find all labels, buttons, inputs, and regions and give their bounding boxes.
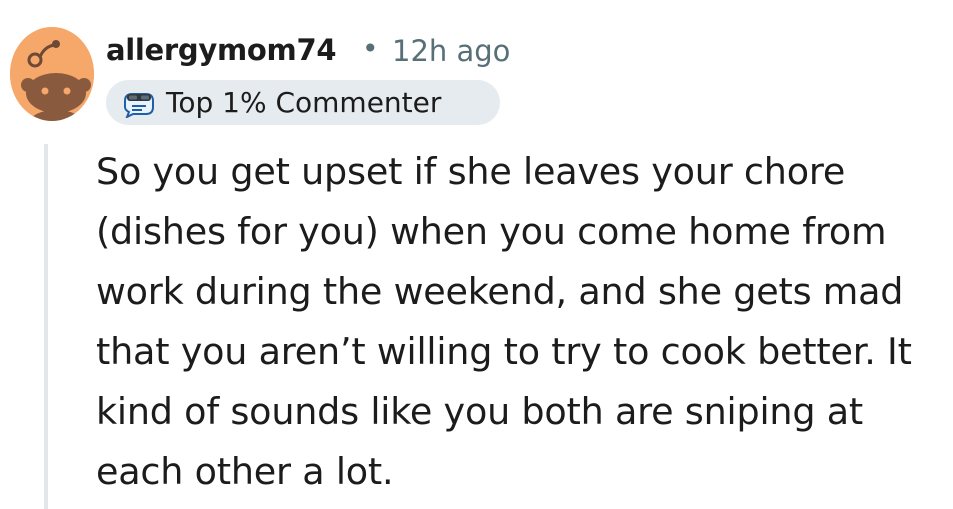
badge-label: Top 1% Commenter xyxy=(166,85,442,119)
thread-line[interactable] xyxy=(44,144,48,509)
avatar[interactable] xyxy=(10,27,94,121)
comment-body: So you get upset if she leaves your chor… xyxy=(96,150,912,493)
snoo-avatar-icon xyxy=(10,27,94,121)
commenter-badge[interactable]: Top 1% Commenter xyxy=(106,80,500,125)
meta-separator: • xyxy=(362,32,379,65)
commenter-badge-icon xyxy=(120,87,158,119)
username-link[interactable]: allergymom74 xyxy=(106,31,337,69)
comment-timestamp[interactable]: 12h ago xyxy=(392,32,510,70)
